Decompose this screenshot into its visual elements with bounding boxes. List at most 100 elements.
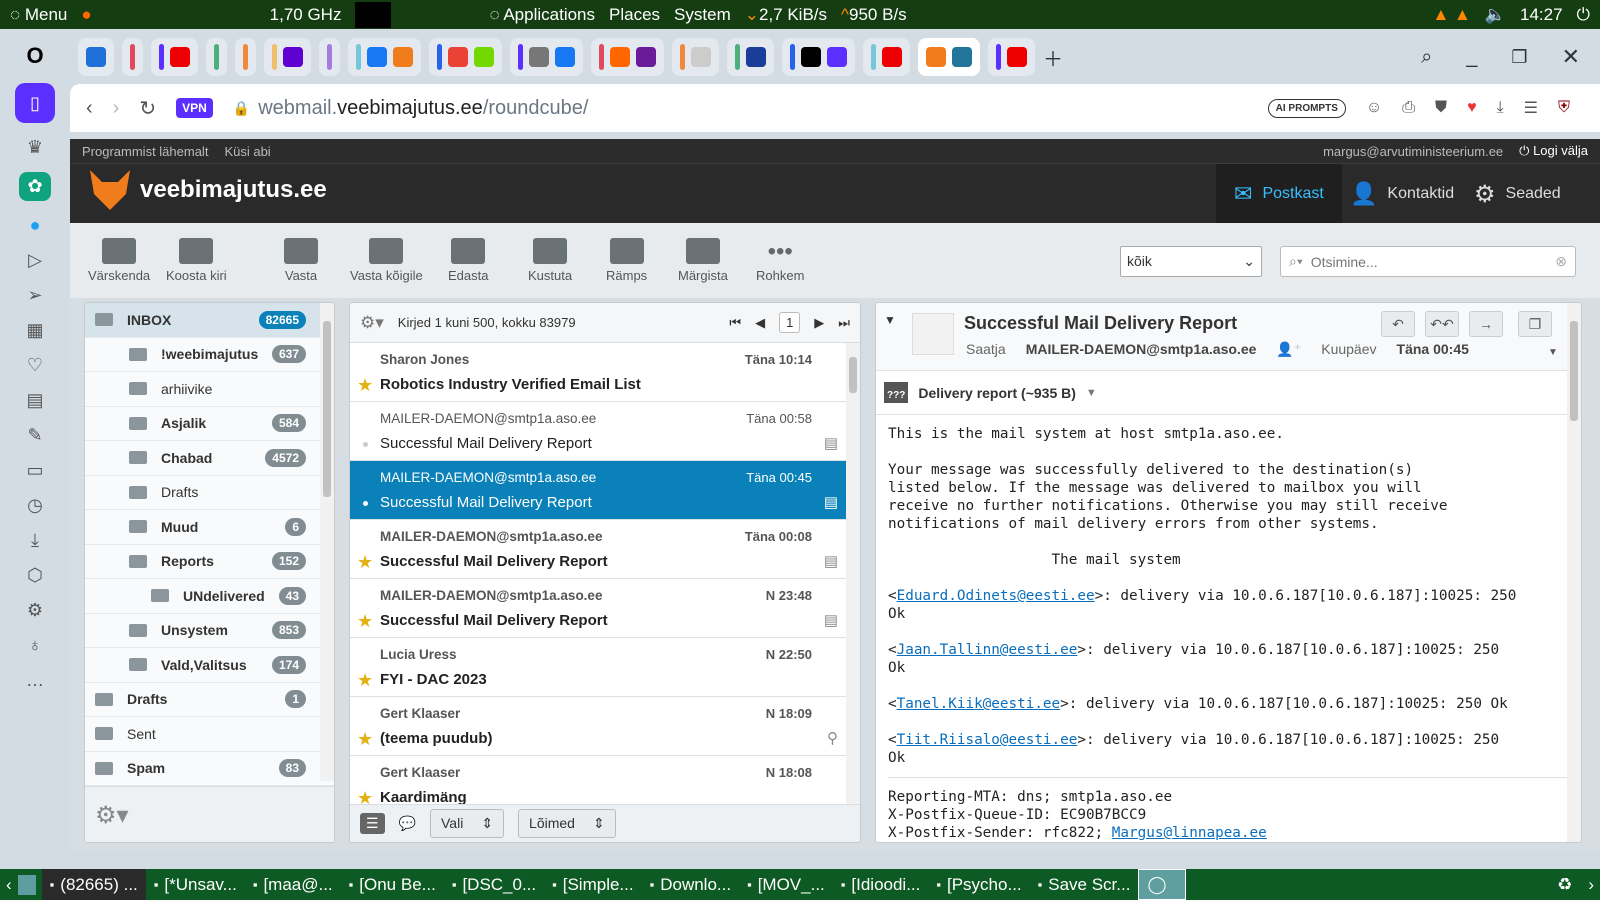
first-page-icon[interactable]: ⏮	[729, 315, 741, 331]
next-page-icon[interactable]: ▶	[814, 315, 824, 331]
show-desktop-icon[interactable]	[17, 874, 36, 895]
more-icon[interactable]: …	[26, 670, 44, 691]
tab[interactable]	[988, 38, 1035, 76]
send-icon[interactable]: ➢	[27, 285, 42, 306]
history-icon[interactable]: ◷	[27, 495, 43, 516]
taskbar-scroll-left[interactable]: ‹	[0, 875, 18, 895]
easy-setup-icon[interactable]: ☰	[1524, 98, 1538, 118]
search-input[interactable]	[1310, 253, 1548, 270]
folder-item[interactable]: Sent	[85, 717, 334, 752]
taskbar-item[interactable]: ▪ [DSC_0...	[444, 869, 544, 900]
tab[interactable]	[782, 38, 855, 76]
power-icon[interactable]: ⏻	[1577, 5, 1590, 25]
new-tab-icon[interactable]: ＋	[1043, 43, 1063, 72]
star-icon[interactable]: ★	[357, 375, 373, 396]
add-contact-icon[interactable]: 👤⁺	[1276, 341, 1301, 358]
tab[interactable]	[348, 38, 421, 76]
chatgpt-icon[interactable]: ✿	[19, 172, 51, 201]
reply-button[interactable]: Vasta	[284, 238, 318, 283]
nav-settings[interactable]: ⚙ Seaded	[1456, 164, 1579, 224]
filter-select[interactable]: kõik ⌄	[1120, 246, 1262, 277]
tab[interactable]	[591, 38, 664, 76]
threads-button[interactable]: Lõimed ⇕	[518, 809, 616, 838]
tab[interactable]	[78, 38, 114, 76]
star-icon[interactable]: ★	[357, 552, 373, 573]
minimize-icon[interactable]: _	[1466, 46, 1477, 69]
trash-icon[interactable]: ♻	[1547, 875, 1582, 895]
list-view-icon[interactable]: ☰	[360, 813, 385, 834]
logout-button[interactable]: ⏻ Logi välja	[1519, 143, 1588, 159]
search-icon[interactable]: ⌕▾	[1289, 253, 1303, 270]
places-menu[interactable]: Places	[609, 5, 660, 25]
unread-dot-icon[interactable]	[363, 442, 368, 447]
close-icon[interactable]: ✕	[1562, 44, 1580, 70]
help-link[interactable]: Küsi abi	[224, 144, 270, 159]
heart-icon[interactable]: ♡	[27, 355, 43, 376]
folder-item[interactable]: Unsystem 853	[85, 613, 334, 648]
message-row[interactable]: MAILER-DAEMON@smtp1a.aso.ee Täna 00:08 ★ Su…	[350, 520, 846, 579]
recipient-link[interactable]: Jaan.Tallinn@eesti.ee	[897, 642, 1078, 658]
attachment[interactable]: ??? Delivery report (~935 B) ▼	[876, 371, 1581, 415]
delete-button[interactable]: Kustuta	[528, 238, 572, 283]
ai-prompts-button[interactable]: AI PROMPTS	[1267, 98, 1346, 118]
message-row[interactable]: Sharon Jones Täna 10:14 ★ Robotics Industry…	[350, 343, 846, 402]
opera-logo-icon[interactable]: O	[26, 43, 43, 69]
apps-icon[interactable]: ▦	[26, 320, 43, 341]
player-icon[interactable]: ▷	[28, 250, 42, 271]
folder-item[interactable]: INBOX 82665	[85, 303, 334, 338]
refresh-button[interactable]: Värskenda	[88, 238, 150, 283]
message-row[interactable]: Lucia Uress N 22:50 ★ FYI - DAC 2023	[350, 638, 846, 697]
settings-icon[interactable]: ⚙	[27, 600, 43, 621]
last-page-icon[interactable]: ⏭	[838, 315, 850, 331]
reply-button[interactable]: ↶	[1381, 311, 1415, 337]
taskbar-item[interactable]: ▪ [MOV_...	[739, 869, 833, 900]
taskbar-item[interactable]: ▪ [Psycho...	[928, 869, 1029, 900]
system-menu[interactable]: System	[674, 5, 731, 25]
nav-mail[interactable]: ✉ Postkast	[1216, 164, 1342, 224]
star-icon[interactable]: ★	[357, 611, 373, 632]
folder-item[interactable]: Asjalik 584	[85, 406, 334, 441]
taskbar-item[interactable]: ▪ [maa@...	[245, 869, 341, 900]
download-icon[interactable]: ⤓	[1497, 99, 1504, 117]
folder-scrollbar[interactable]	[320, 303, 334, 781]
taskbar-item[interactable]: ▪ [Idioodi...	[833, 869, 929, 900]
unread-dot-icon[interactable]	[363, 501, 368, 506]
taskbar-item[interactable]: ▪ [Simple...	[544, 869, 641, 900]
twitter-icon[interactable]: ●	[30, 215, 41, 236]
forward-button[interactable]: →	[1469, 311, 1503, 337]
junk-button[interactable]: Rämps	[606, 238, 647, 283]
preview-scrollbar[interactable]	[1567, 303, 1581, 842]
tab[interactable]	[319, 38, 340, 76]
folder-item[interactable]: Drafts	[85, 475, 334, 510]
page-number[interactable]: 1	[779, 312, 801, 333]
folder-item[interactable]: Reports 152	[85, 544, 334, 579]
firefox-icon[interactable]: ●	[81, 5, 91, 25]
back-icon[interactable]: ‹	[86, 97, 93, 120]
folder-item[interactable]: UNdelivered 43	[85, 579, 334, 614]
list-scrollbar[interactable]	[846, 343, 860, 806]
sender-link[interactable]: Margus@linnapea.ee	[1112, 825, 1267, 841]
mark-button[interactable]: Märgista	[678, 238, 728, 283]
recipient-link[interactable]: Tiit.Riisalo@eesti.ee	[897, 732, 1078, 748]
tab[interactable]	[429, 38, 502, 76]
tab[interactable]	[863, 38, 910, 76]
reload-icon[interactable]: ↻	[139, 96, 156, 121]
collapse-header-icon[interactable]: ▼	[884, 313, 896, 327]
star-icon[interactable]: ★	[357, 670, 373, 691]
search-tabs-icon[interactable]: ⌕	[1421, 46, 1432, 69]
folder-item[interactable]: Chabad 4572	[85, 441, 334, 476]
tab[interactable]	[510, 38, 583, 76]
prev-page-icon[interactable]: ◀	[755, 315, 765, 331]
tab-active[interactable]	[918, 38, 980, 76]
folder-item[interactable]: Spam 83	[85, 751, 334, 786]
heart-icon[interactable]: ♥	[1467, 99, 1477, 117]
clear-search-icon[interactable]: ⊗	[1555, 253, 1567, 270]
folder-item[interactable]: Muud 6	[85, 510, 334, 545]
tab[interactable]	[672, 38, 719, 76]
sender-address[interactable]: MAILER-DAEMON@smtp1a.aso.ee	[1026, 341, 1257, 358]
chevron-down-icon[interactable]: ▼	[1086, 387, 1097, 399]
maximize-icon[interactable]: ❐	[1511, 47, 1527, 68]
list-options-icon[interactable]: ⚙▾	[360, 313, 384, 333]
snapshot-icon[interactable]: ⎙	[1402, 99, 1415, 117]
ublock-icon[interactable]: ⛨	[1558, 99, 1570, 117]
